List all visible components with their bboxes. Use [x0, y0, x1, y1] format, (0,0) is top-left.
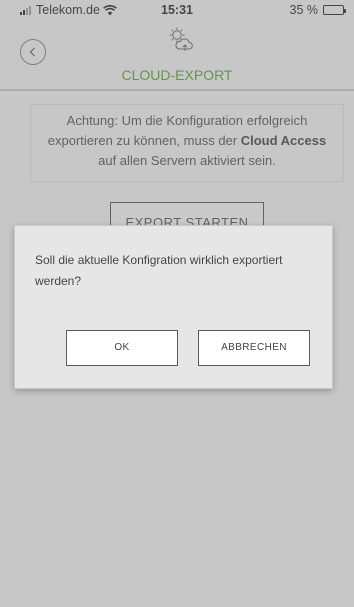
confirm-export-dialog: Soll die aktuelle Konfigration wirklich … — [14, 225, 333, 389]
app-screen: Telekom.de 15:31 35 % CLOUD-EXPORT Achtu… — [0, 0, 354, 607]
ok-button[interactable]: OK — [66, 330, 178, 366]
dialog-message: Soll die aktuelle Konfigration wirklich … — [35, 253, 283, 288]
cancel-button[interactable]: ABBRECHEN — [198, 330, 310, 366]
